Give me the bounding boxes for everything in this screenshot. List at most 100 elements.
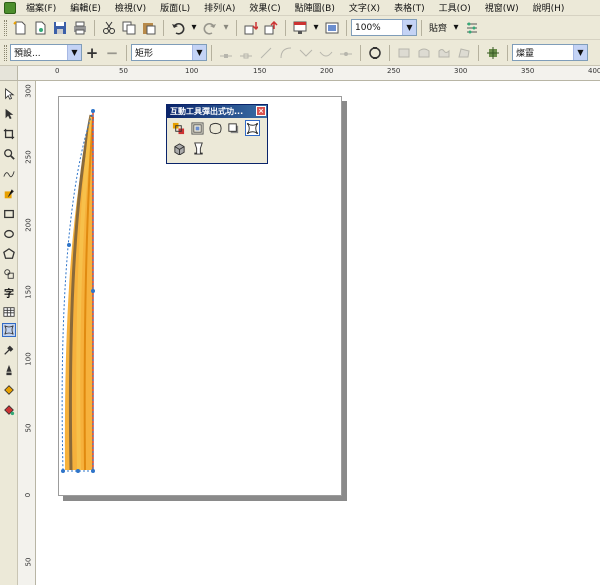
add-node-icon[interactable]: [218, 45, 234, 61]
options-icon[interactable]: [464, 20, 480, 36]
interactive-distortion-icon[interactable]: [208, 120, 223, 136]
menu-arrange[interactable]: 排列(A): [200, 1, 239, 14]
zoom-tool-icon[interactable]: [2, 147, 16, 161]
snap-dropdown-icon[interactable]: ▾: [452, 20, 460, 36]
undo-dropdown-icon[interactable]: ▾: [190, 20, 198, 36]
to-line-icon[interactable]: [258, 45, 274, 61]
new-document-icon[interactable]: [12, 20, 28, 36]
cut-icon[interactable]: [101, 20, 117, 36]
shape-tool-icon[interactable]: [2, 107, 16, 121]
pick-tool-icon[interactable]: [2, 87, 16, 101]
save-icon[interactable]: [52, 20, 68, 36]
toolbar-grip[interactable]: [4, 44, 7, 61]
envelope-node[interactable]: [91, 109, 95, 113]
envelope-unconstrained-icon[interactable]: [456, 45, 472, 61]
zoom-level-select[interactable]: 100% ▼: [351, 19, 417, 36]
preset-select[interactable]: 預設... ▼: [10, 44, 82, 61]
redo-dropdown-icon[interactable]: ▾: [222, 20, 230, 36]
eyedropper-tool-icon[interactable]: [2, 343, 16, 357]
copy-icon[interactable]: [121, 20, 137, 36]
envelope-straight-line-icon[interactable]: [396, 45, 412, 61]
symmetric-node-icon[interactable]: [338, 45, 354, 61]
envelope-node[interactable]: [61, 469, 65, 473]
table-tool-icon[interactable]: [2, 305, 16, 319]
flyout-title-bar[interactable]: 互動工具彈出式功... ×: [167, 105, 267, 118]
print-icon[interactable]: [72, 20, 88, 36]
ruler-origin[interactable]: [0, 66, 18, 81]
interactive-fill-tool-icon[interactable]: [2, 403, 16, 417]
cusp-node-icon[interactable]: [298, 45, 314, 61]
chevron-down-icon[interactable]: ▼: [573, 45, 587, 60]
chevron-down-icon[interactable]: ▼: [402, 20, 416, 35]
fill-tool-icon[interactable]: [2, 383, 16, 397]
select-all-nodes-icon[interactable]: [367, 45, 383, 61]
chevron-down-icon[interactable]: ▼: [67, 45, 81, 60]
app-icon[interactable]: [4, 1, 16, 14]
paste-icon[interactable]: [141, 20, 157, 36]
menu-effects[interactable]: 效果(C): [245, 1, 284, 14]
horizontal-ruler[interactable]: 0 50 100 150 200 250 300 350 400: [18, 66, 600, 81]
ruler-label: 0: [55, 67, 60, 75]
import-icon[interactable]: [243, 20, 259, 36]
vertical-ruler[interactable]: 300 250 200 150 100 50 0 50: [18, 81, 36, 585]
envelope-node[interactable]: [67, 243, 71, 247]
toolbar-grip[interactable]: [4, 19, 7, 36]
interactive-drop-shadow-icon[interactable]: [226, 120, 241, 136]
chevron-down-icon[interactable]: ▼: [192, 45, 206, 60]
ruler-label: 250: [387, 67, 401, 75]
menu-edit[interactable]: 編輯(E): [66, 1, 105, 14]
ellipse-tool-icon[interactable]: [2, 227, 16, 241]
add-new-envelope-icon[interactable]: [485, 45, 501, 61]
smart-fill-tool-icon[interactable]: [2, 187, 16, 201]
menu-text[interactable]: 文字(X): [345, 1, 384, 14]
interactive-envelope-icon[interactable]: [244, 120, 261, 136]
rectangle-tool-icon[interactable]: [2, 207, 16, 221]
menu-tools[interactable]: 工具(O): [435, 1, 475, 14]
menu-help[interactable]: 說明(H): [529, 1, 569, 14]
interactive-transparency-icon[interactable]: [190, 140, 206, 156]
snap-to-label[interactable]: 貼齊: [429, 21, 447, 34]
polygon-tool-icon[interactable]: [2, 247, 16, 261]
redo-icon[interactable]: [202, 20, 218, 36]
menu-file[interactable]: 檔案(F): [22, 1, 60, 14]
crop-tool-icon[interactable]: [2, 127, 16, 141]
envelope-single-arc-icon[interactable]: [416, 45, 432, 61]
envelope-double-arc-icon[interactable]: [436, 45, 452, 61]
menu-window[interactable]: 視窗(W): [481, 1, 523, 14]
zoom-level-value: 100%: [355, 22, 381, 33]
menu-bitmaps[interactable]: 點陣圖(B): [291, 1, 339, 14]
remove-preset-icon[interactable]: −: [104, 44, 120, 62]
delete-node-icon[interactable]: [238, 45, 254, 61]
export-icon[interactable]: [263, 20, 279, 36]
outline-pen-tool-icon[interactable]: [2, 363, 16, 377]
new-from-template-icon[interactable]: [32, 20, 48, 36]
toolbar-separator: [94, 19, 95, 36]
shape-select[interactable]: 矩形 ▼: [131, 44, 207, 61]
envelope-node[interactable]: [76, 469, 80, 473]
close-icon[interactable]: ×: [256, 106, 266, 116]
to-curve-icon[interactable]: [278, 45, 294, 61]
envelope-node[interactable]: [91, 469, 95, 473]
smooth-node-icon[interactable]: [318, 45, 334, 61]
menu-view[interactable]: 檢視(V): [111, 1, 150, 14]
interactive-envelope-tool-icon[interactable]: [2, 323, 16, 337]
text-tool-icon[interactable]: 字: [2, 285, 16, 300]
interactive-extrude-icon[interactable]: [171, 140, 187, 156]
interactive-tools-flyout[interactable]: 互動工具彈出式功... ×: [166, 104, 268, 164]
menu-layout[interactable]: 版面(L): [156, 1, 194, 14]
application-launcher-icon[interactable]: [292, 20, 308, 36]
menu-table[interactable]: 表格(T): [390, 1, 429, 14]
preset-value: 預設...: [14, 49, 41, 59]
undo-icon[interactable]: [170, 20, 186, 36]
envelope-node[interactable]: [91, 289, 95, 293]
add-preset-icon[interactable]: +: [84, 44, 100, 62]
interactive-blend-icon[interactable]: [171, 120, 186, 136]
mapping-mode-select[interactable]: 燦靈 ▼: [512, 44, 588, 61]
interactive-contour-icon[interactable]: [189, 120, 204, 136]
envelope-shape[interactable]: [55, 105, 105, 477]
welcome-screen-icon[interactable]: [324, 20, 340, 36]
basic-shapes-tool-icon[interactable]: [2, 267, 16, 281]
launcher-dropdown-icon[interactable]: ▾: [312, 20, 320, 36]
freehand-tool-icon[interactable]: [2, 167, 16, 181]
toolbar-separator: [507, 44, 508, 61]
